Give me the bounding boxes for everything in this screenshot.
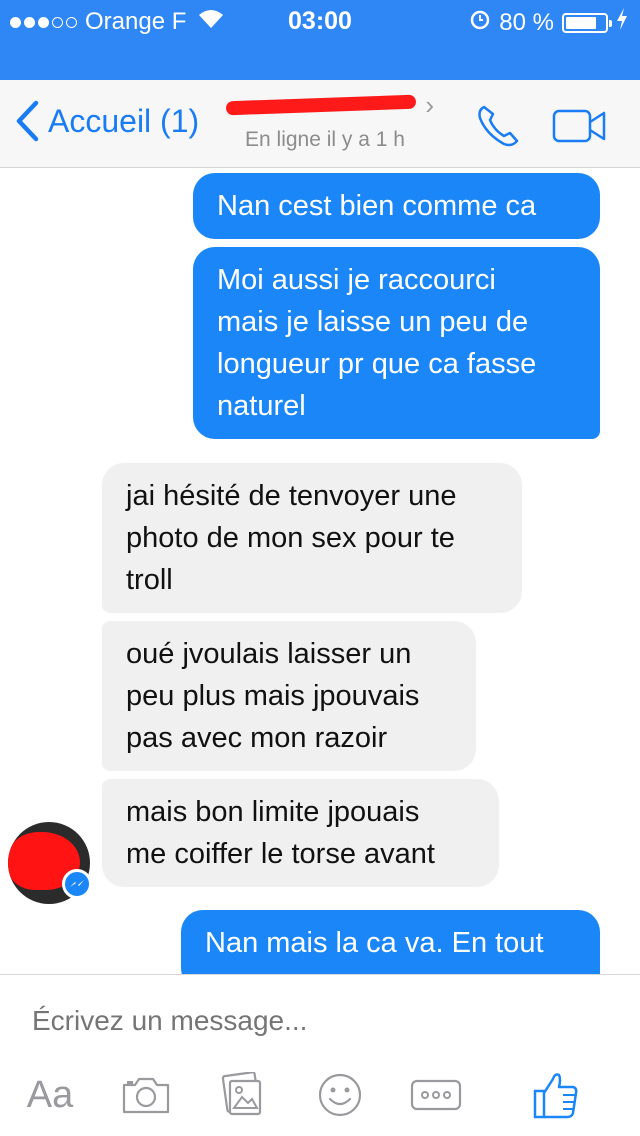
message-bubble-incoming[interactable]: oué jvoulais laisser un peu plus mais jp… <box>102 621 476 771</box>
alarm-icon <box>469 8 491 37</box>
message-thread[interactable]: Nan cest bien comme ca Moi aussi je racc… <box>0 169 640 974</box>
contact-info[interactable]: › En ligne il y a 1 h <box>210 90 440 152</box>
chevron-right-icon: › <box>425 90 434 120</box>
contact-status: En ligne il y a 1 h <box>245 128 405 151</box>
more-button[interactable] <box>408 1065 464 1125</box>
message-line: Nan cest bien comme ca <box>217 190 537 222</box>
phone-icon <box>478 105 519 147</box>
thumbs-up-icon <box>533 1073 578 1119</box>
message-line: peu plus mais jpouvais <box>126 680 420 712</box>
message-line: me coiffer le torse avant <box>126 838 435 870</box>
name-redaction <box>225 94 417 116</box>
charging-icon <box>616 8 628 37</box>
message-line: Nan mais la ca va. En tout <box>205 927 544 959</box>
messenger-badge-icon <box>62 869 92 899</box>
message-composer: Aa <box>0 974 640 1136</box>
conversation-header: Accueil (1) › En ligne il y a 1 h <box>0 80 640 168</box>
photo-gallery-icon <box>221 1072 262 1116</box>
message-line: naturel <box>217 390 306 422</box>
camera-icon <box>122 1077 170 1114</box>
battery-percent: 80 % <box>499 8 554 36</box>
message-input[interactable] <box>32 1005 592 1037</box>
contact-name: › <box>210 90 440 122</box>
camera-button[interactable] <box>118 1065 174 1125</box>
back-chevron-icon <box>16 100 39 142</box>
text-format-button[interactable]: Aa <box>22 1065 78 1125</box>
message-bubble-outgoing[interactable]: Nan mais la ca va. En tout <box>181 910 600 974</box>
message-line: mais bon limite jpouais <box>126 796 420 828</box>
status-bar: Orange F 03:00 80 % <box>0 0 640 80</box>
like-button[interactable] <box>528 1065 584 1125</box>
message-bubble-incoming[interactable]: jai hésité de tenvoyer une photo de mon … <box>102 463 522 613</box>
message-bubble-outgoing[interactable]: Moi aussi je raccourci mais je laisse un… <box>193 247 600 439</box>
back-label: Accueil (1) <box>48 102 200 139</box>
message-line: oué jvoulais laisser un <box>126 638 412 670</box>
video-camera-icon <box>552 109 606 143</box>
message-line: longueur pr que ca fasse <box>217 348 537 380</box>
status-right: 80 % <box>469 8 628 37</box>
composer-toolbar: Aa <box>0 1065 640 1125</box>
message-bubble-outgoing[interactable]: Nan cest bien comme ca <box>193 173 600 239</box>
video-call-button[interactable] <box>552 108 608 149</box>
message-line: photo de mon sex pour te <box>126 522 455 554</box>
photo-gallery-button[interactable] <box>214 1065 270 1125</box>
message-line: mais je laisse un peu de <box>217 306 529 338</box>
message-line: jai hésité de tenvoyer une <box>126 480 457 512</box>
back-button[interactable]: Accueil (1) <box>14 100 199 142</box>
phone-call-button[interactable] <box>474 102 522 155</box>
more-icon <box>410 1079 462 1111</box>
emoji-icon <box>318 1073 362 1117</box>
emoji-button[interactable] <box>312 1065 368 1125</box>
message-bubble-incoming[interactable]: mais bon limite jpouais me coiffer le to… <box>102 779 499 887</box>
message-line: Moi aussi je raccourci <box>217 264 496 296</box>
battery-icon <box>562 12 612 33</box>
message-line: troll <box>126 564 173 596</box>
message-line: pas avec mon razoir <box>126 722 388 754</box>
